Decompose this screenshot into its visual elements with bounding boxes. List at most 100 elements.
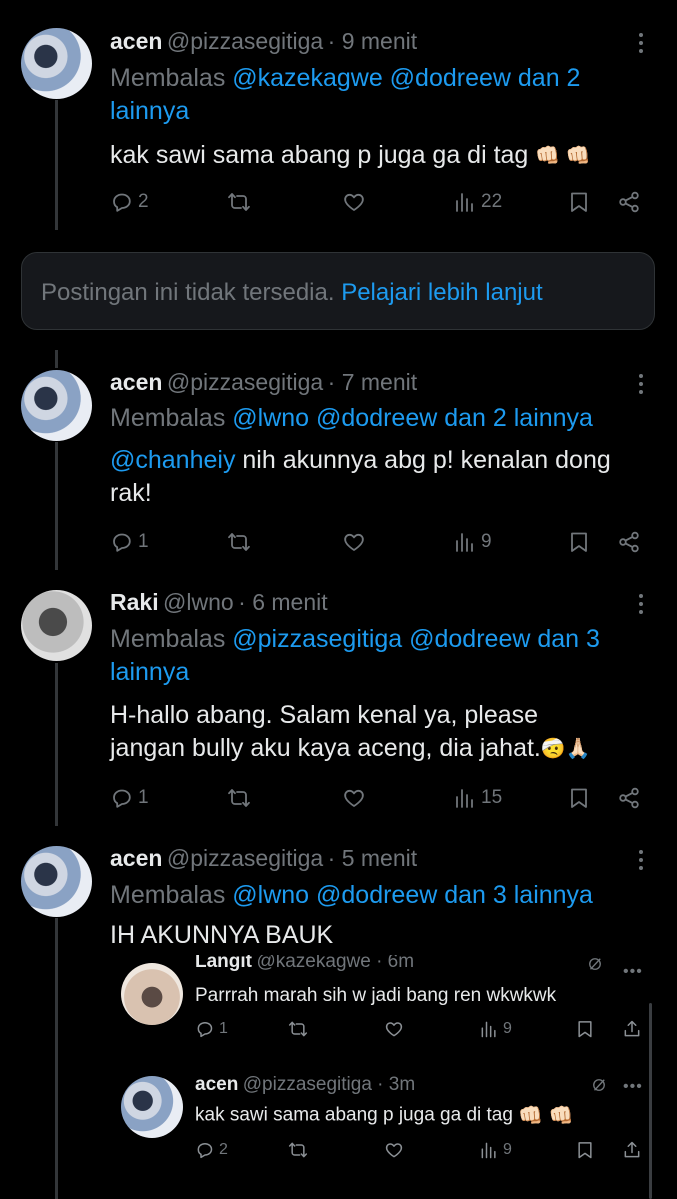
- tweet-time[interactable]: · 7 menit: [328, 369, 417, 395]
- tweet-actions: 1 15: [110, 783, 645, 813]
- more-icon[interactable]: [638, 594, 644, 618]
- avatar[interactable]: [21, 590, 92, 661]
- author-handle[interactable]: @kazekagwe · 6m: [256, 955, 414, 972]
- reply-mentions[interactable]: @kazekagwe @dodreew dan 2: [232, 64, 580, 92]
- embedded-screenshot: Langit @kazekagwe · 6m ••• Parrrah marah…: [110, 955, 655, 1199]
- like-button[interactable]: [342, 187, 366, 217]
- author-name[interactable]: Raki: [110, 589, 159, 615]
- text-mention[interactable]: @chanheiy: [110, 446, 235, 474]
- avatar[interactable]: [21, 28, 92, 99]
- tweet-time[interactable]: · 5 menit: [328, 845, 417, 871]
- reply-button[interactable]: 2: [110, 187, 149, 217]
- author-name[interactable]: Langit: [195, 955, 252, 972]
- more-icon[interactable]: [638, 850, 644, 874]
- reply-mentions[interactable]: @lwno @dodreew dan 2 lainnya: [232, 404, 593, 432]
- reply-icon: [195, 1019, 215, 1039]
- reply-button[interactable]: 1: [110, 527, 149, 557]
- views-button[interactable]: 22: [453, 187, 502, 217]
- share-button[interactable]: [617, 527, 641, 557]
- author-handle[interactable]: @lwno: [163, 589, 234, 615]
- unavailable-post-notice: Postingan ini tidak tersedia. Pelajari l…: [21, 252, 655, 330]
- fist-emoji: 👊🏻 👊🏻: [518, 1105, 574, 1127]
- bookmark-button[interactable]: [575, 1019, 595, 1039]
- share-button[interactable]: [617, 783, 641, 813]
- like-button[interactable]: [342, 783, 366, 813]
- reply-button[interactable]: 1: [110, 783, 149, 813]
- tweet-time[interactable]: · 6 menit: [238, 589, 327, 615]
- like-button[interactable]: [384, 1019, 404, 1039]
- views-icon: [479, 1019, 499, 1039]
- avatar[interactable]: [21, 370, 92, 441]
- bookmark-button[interactable]: [567, 783, 591, 813]
- tweet-header: Raki @lwno · 6 menit: [110, 589, 328, 616]
- avatar[interactable]: [121, 1076, 183, 1138]
- reply-button[interactable]: 1: [195, 1019, 228, 1039]
- emoji: 🤕🙏🏻: [540, 737, 591, 760]
- thread-line: [55, 100, 58, 230]
- reply-icon: [110, 530, 134, 554]
- retweet-icon: [288, 1140, 308, 1160]
- learn-more-link[interactable]: Pelajari lebih lanjut: [341, 279, 542, 306]
- avatar[interactable]: [21, 846, 92, 917]
- reply-button[interactable]: 2: [195, 1140, 228, 1160]
- author-name[interactable]: acen: [110, 28, 162, 54]
- like-icon: [342, 530, 366, 554]
- author-handle[interactable]: @pizzasegitiga: [167, 369, 323, 395]
- share-button[interactable]: [617, 187, 641, 217]
- author-name[interactable]: acen: [110, 369, 162, 395]
- upload-button[interactable]: [622, 1019, 642, 1039]
- share-icon: [617, 786, 641, 810]
- retweet-button[interactable]: [288, 1140, 308, 1160]
- avatar[interactable]: [121, 963, 183, 1025]
- more-icon[interactable]: •••: [623, 1078, 643, 1096]
- author-name[interactable]: acen: [195, 1074, 238, 1095]
- tweet-header: acen @pizzasegitiga · 7 menit: [110, 369, 417, 396]
- reply-icon: [195, 1140, 215, 1160]
- more-icon[interactable]: [638, 374, 644, 398]
- views-button[interactable]: 9: [479, 1140, 512, 1160]
- reply-context: Membalas @lwno @dodreew dan 3 lainnya: [110, 881, 593, 909]
- more-icon[interactable]: [638, 33, 644, 57]
- bookmark-button[interactable]: [567, 187, 591, 217]
- retweet-icon: [288, 1019, 308, 1039]
- author-handle[interactable]: @pizzasegitiga: [167, 28, 323, 54]
- more-icon[interactable]: •••: [623, 963, 643, 981]
- reply-mentions[interactable]: @lwno @dodreew dan 3 lainnya: [232, 881, 593, 909]
- reply-mentions-more[interactable]: lainnya: [110, 97, 189, 125]
- bookmark-icon: [567, 786, 591, 810]
- retweet-icon: [227, 530, 251, 554]
- upload-button[interactable]: [622, 1140, 642, 1160]
- like-button[interactable]: [342, 527, 366, 557]
- views-button[interactable]: 15: [453, 783, 502, 813]
- bookmark-icon: [567, 530, 591, 554]
- grok-icon[interactable]: [586, 955, 604, 973]
- embedded-text: Parrrah marah sih w jadi bang ren wkwkwk: [195, 985, 557, 1006]
- bookmark-button[interactable]: [567, 527, 591, 557]
- tweet-header: acen @pizzasegitiga · 5 menit: [110, 845, 417, 872]
- like-button[interactable]: [384, 1140, 404, 1160]
- grok-icon[interactable]: [590, 1076, 608, 1094]
- bookmark-icon: [575, 1140, 595, 1160]
- bookmark-icon: [567, 190, 591, 214]
- tweet-time[interactable]: · 9 menit: [328, 28, 417, 54]
- retweet-icon: [227, 190, 251, 214]
- reply-icon: [110, 786, 134, 810]
- retweet-button[interactable]: [227, 187, 251, 217]
- upload-icon: [622, 1019, 642, 1039]
- thread-line: [55, 350, 58, 368]
- fist-emoji: 👊🏻 👊🏻: [535, 144, 591, 167]
- views-button[interactable]: 9: [453, 527, 492, 557]
- retweet-button[interactable]: [227, 783, 251, 813]
- author-handle[interactable]: @pizzasegitiga: [167, 845, 323, 871]
- views-button[interactable]: 9: [479, 1019, 512, 1039]
- like-icon: [342, 786, 366, 810]
- author-name[interactable]: acen: [110, 845, 162, 871]
- retweet-button[interactable]: [288, 1019, 308, 1039]
- retweet-button[interactable]: [227, 527, 251, 557]
- tweet-actions: 2 22: [110, 187, 645, 217]
- author-handle[interactable]: @pizzasegitiga · 3m: [243, 1074, 415, 1095]
- reply-mentions[interactable]: @pizzasegitiga @dodreew dan 3: [232, 625, 600, 653]
- reply-mentions-more[interactable]: lainnya: [110, 658, 189, 686]
- embedded-scrollbar[interactable]: [649, 1003, 652, 1199]
- bookmark-button[interactable]: [575, 1140, 595, 1160]
